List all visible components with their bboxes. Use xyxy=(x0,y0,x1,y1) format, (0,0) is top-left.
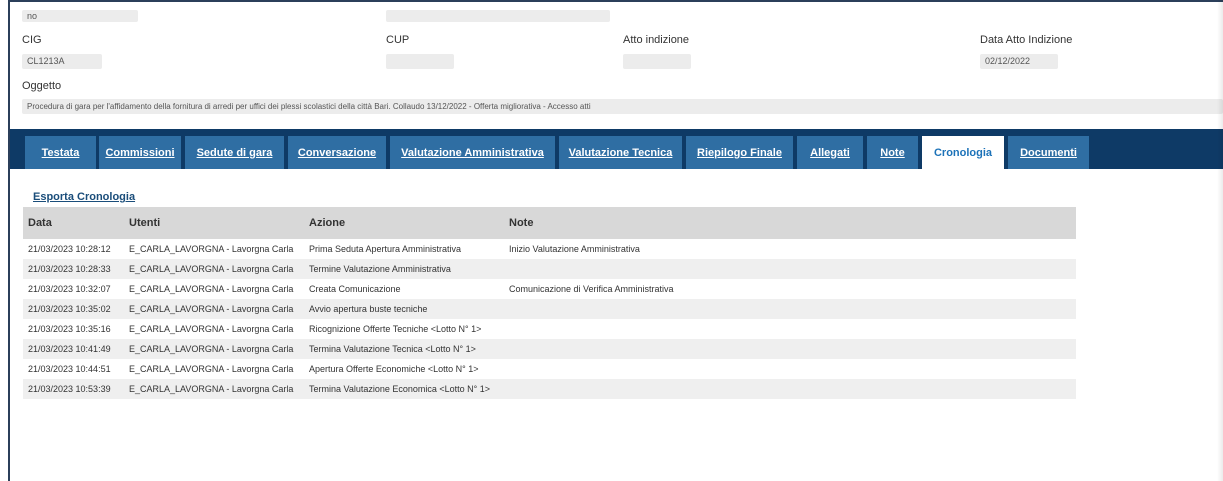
cell-azione: Termine Valutazione Amministrativa xyxy=(304,259,504,279)
table-row: 21/03/2023 10:35:16 E_CARLA_LAVORGNA - L… xyxy=(23,319,1076,339)
atto-indizione-field[interactable] xyxy=(623,54,691,69)
cup-label: CUP xyxy=(386,34,410,46)
tab-conversazione[interactable]: Conversazione xyxy=(288,136,386,169)
table-row: 21/03/2023 10:28:33 E_CARLA_LAVORGNA - L… xyxy=(23,259,1076,279)
data-atto-indizione-field[interactable]: 02/12/2022 xyxy=(980,54,1058,69)
table-row: 21/03/2023 10:44:51 E_CARLA_LAVORGNA - L… xyxy=(23,359,1076,379)
oggetto-field[interactable]: Procedura di gara per l'affidamento dell… xyxy=(22,99,1223,114)
tab-bar: Testata Commissioni Sedute di gara Conve… xyxy=(10,129,1223,169)
cell-azione: Ricognizione Offerte Tecniche <Lotto N° … xyxy=(304,319,504,339)
cell-azione: Avvio apertura buste tecniche xyxy=(304,299,504,319)
data-atto-indizione-label: Data Atto Indizione xyxy=(980,34,1073,46)
tab-valutazione-tecnica[interactable]: Valutazione Tecnica xyxy=(559,136,682,169)
cronologia-table: Data Utenti Azione Note 21/03/2023 10:28… xyxy=(23,207,1076,399)
cell-note xyxy=(504,259,1076,279)
cig-label: CIG xyxy=(22,34,42,46)
cell-utenti: E_CARLA_LAVORGNA - Lavorgna Carla xyxy=(124,299,304,319)
top-partial-field-2 xyxy=(386,10,610,22)
cell-note xyxy=(504,339,1076,359)
table-row: 21/03/2023 10:41:49 E_CARLA_LAVORGNA - L… xyxy=(23,339,1076,359)
cell-utenti: E_CARLA_LAVORGNA - Lavorgna Carla xyxy=(124,339,304,359)
top-partial-field: no xyxy=(22,10,138,22)
tab-allegati[interactable]: Allegati xyxy=(797,136,863,169)
col-header-data: Data xyxy=(23,207,124,239)
col-header-note: Note xyxy=(504,207,1076,239)
table-row: 21/03/2023 10:53:39 E_CARLA_LAVORGNA - L… xyxy=(23,379,1076,399)
cell-data: 21/03/2023 10:53:39 xyxy=(23,379,124,399)
table-row: 21/03/2023 10:32:07 E_CARLA_LAVORGNA - L… xyxy=(23,279,1076,299)
tab-sedute-di-gara[interactable]: Sedute di gara xyxy=(185,136,284,169)
cup-field[interactable] xyxy=(386,54,454,69)
atto-indizione-label: Atto indizione xyxy=(623,34,690,46)
cell-data: 21/03/2023 10:41:49 xyxy=(23,339,124,359)
col-header-utenti: Utenti xyxy=(124,207,304,239)
cig-field[interactable]: CL1213A xyxy=(22,54,102,69)
cell-note xyxy=(504,379,1076,399)
cell-utenti: E_CARLA_LAVORGNA - Lavorgna Carla xyxy=(124,239,304,259)
table-header-row: Data Utenti Azione Note xyxy=(23,207,1076,239)
col-header-azione: Azione xyxy=(304,207,504,239)
tab-valutazione-amministrativa[interactable]: Valutazione Amministrativa xyxy=(390,136,555,169)
right-edge-shadow xyxy=(1217,0,1223,481)
cell-note: Comunicazione di Verifica Amministrativa xyxy=(504,279,1076,299)
cell-note xyxy=(504,319,1076,339)
cell-azione: Creata Comunicazione xyxy=(304,279,504,299)
cell-data: 21/03/2023 10:44:51 xyxy=(23,359,124,379)
cell-data: 21/03/2023 10:28:12 xyxy=(23,239,124,259)
cell-utenti: E_CARLA_LAVORGNA - Lavorgna Carla xyxy=(124,359,304,379)
table-row: 21/03/2023 10:35:02 E_CARLA_LAVORGNA - L… xyxy=(23,299,1076,319)
cell-note xyxy=(504,299,1076,319)
cell-utenti: E_CARLA_LAVORGNA - Lavorgna Carla xyxy=(124,259,304,279)
tab-documenti[interactable]: Documenti xyxy=(1008,136,1089,169)
cell-note: Inizio Valutazione Amministrativa xyxy=(504,239,1076,259)
cell-azione: Termina Valutazione Tecnica <Lotto N° 1> xyxy=(304,339,504,359)
tab-commissioni[interactable]: Commissioni xyxy=(99,136,181,169)
tab-cronologia[interactable]: Cronologia xyxy=(922,136,1004,169)
cell-data: 21/03/2023 10:35:16 xyxy=(23,319,124,339)
cell-utenti: E_CARLA_LAVORGNA - Lavorgna Carla xyxy=(124,379,304,399)
cell-data: 21/03/2023 10:28:33 xyxy=(23,259,124,279)
cell-azione: Termina Valutazione Economica <Lotto N° … xyxy=(304,379,504,399)
table-row: 21/03/2023 10:28:12 E_CARLA_LAVORGNA - L… xyxy=(23,239,1076,259)
tab-testata[interactable]: Testata xyxy=(25,136,96,169)
cell-data: 21/03/2023 10:35:02 xyxy=(23,299,124,319)
tab-riepilogo-finale[interactable]: Riepilogo Finale xyxy=(686,136,793,169)
cell-utenti: E_CARLA_LAVORGNA - Lavorgna Carla xyxy=(124,279,304,299)
cell-utenti: E_CARLA_LAVORGNA - Lavorgna Carla xyxy=(124,319,304,339)
cell-azione: Apertura Offerte Economiche <Lotto N° 1> xyxy=(304,359,504,379)
cell-note xyxy=(504,359,1076,379)
cell-azione: Prima Seduta Apertura Amministrativa xyxy=(304,239,504,259)
cell-data: 21/03/2023 10:32:07 xyxy=(23,279,124,299)
tab-note[interactable]: Note xyxy=(867,136,918,169)
export-cronologia-link[interactable]: Esporta Cronologia xyxy=(33,191,135,203)
oggetto-label: Oggetto xyxy=(22,80,62,92)
